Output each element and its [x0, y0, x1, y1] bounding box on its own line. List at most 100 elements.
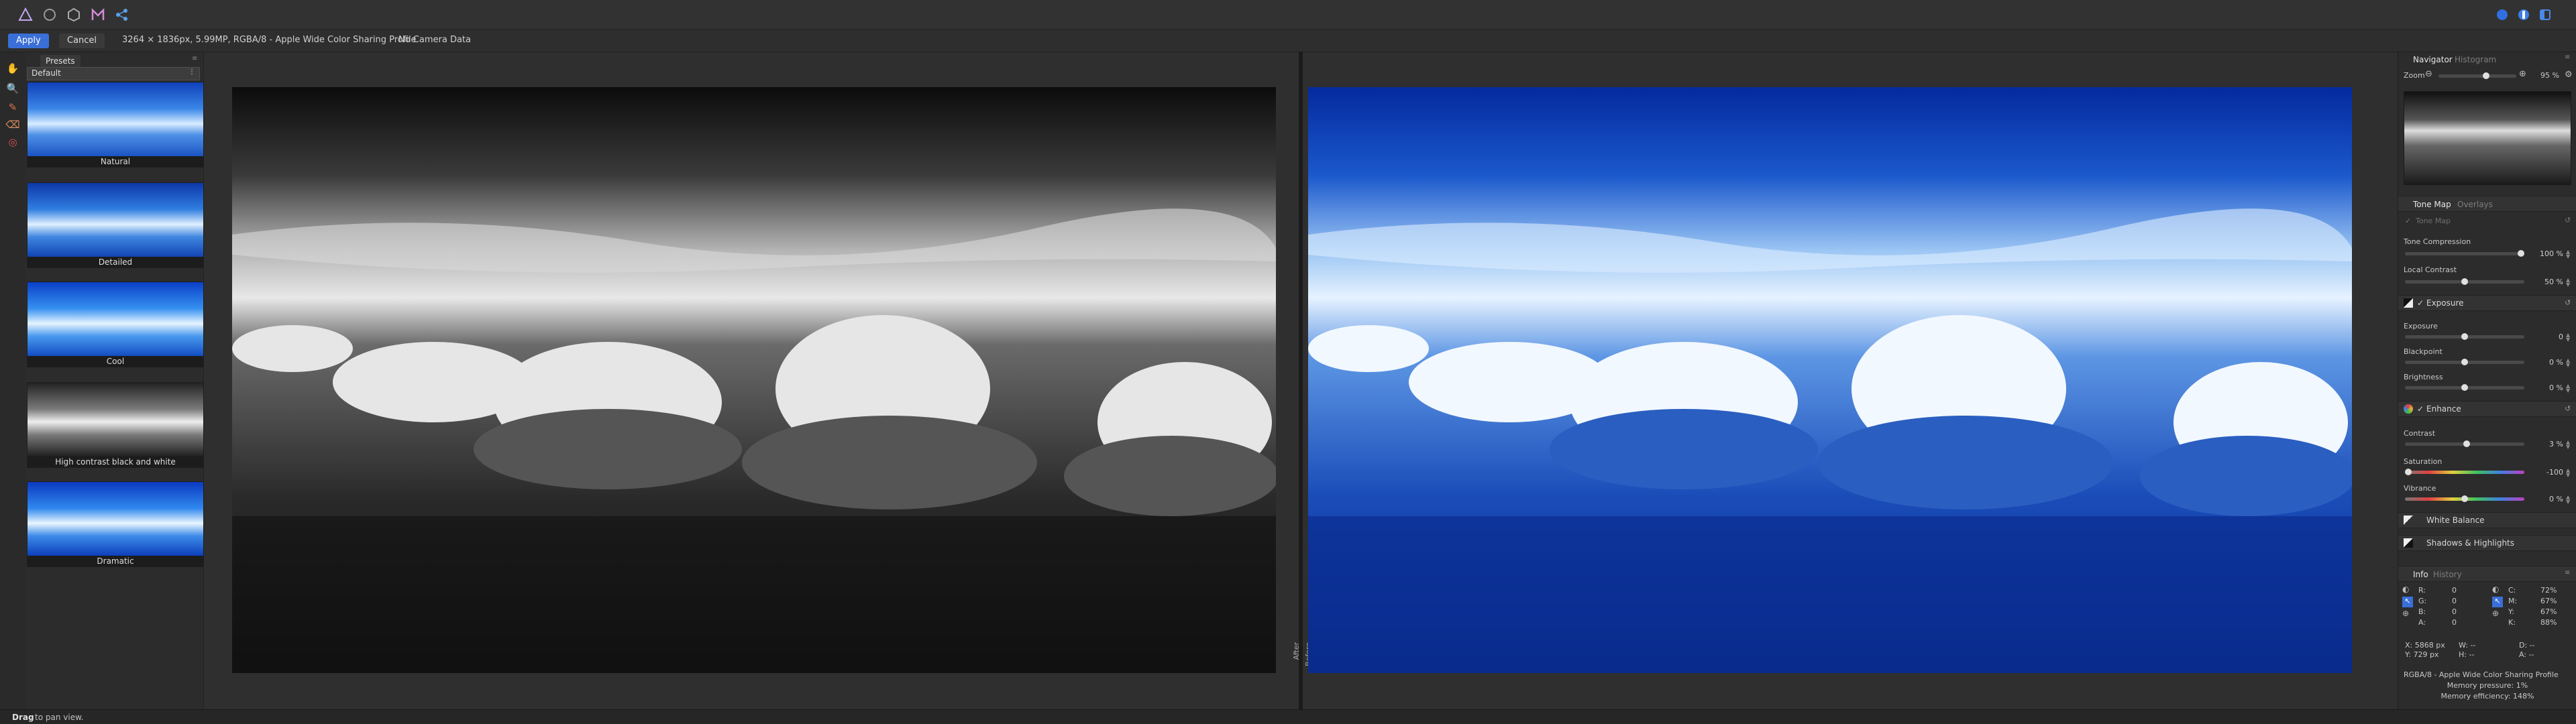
before-photo[interactable]	[232, 87, 1276, 673]
slider-knob[interactable]	[2518, 250, 2524, 257]
paintbrush-tool-icon[interactable]: ✎	[5, 99, 21, 115]
panel-menu-icon[interactable]: ≡	[192, 55, 197, 62]
enhance-section-label: Enhance	[2426, 404, 2461, 414]
slider-knob[interactable]	[2461, 333, 2468, 340]
reset-icon[interactable]: ↺	[2565, 404, 2571, 413]
tab-tone-map[interactable]: Tone Map	[2413, 200, 2451, 209]
info-c-label: C:	[2508, 586, 2516, 595]
exposure-check-icon[interactable]: ✓	[2417, 298, 2424, 308]
tab-info[interactable]: Info	[2413, 570, 2428, 579]
panel-menu-icon[interactable]: ≡	[2565, 569, 2570, 577]
tab-history[interactable]: History	[2433, 570, 2462, 579]
contrast-label: Contrast	[2404, 429, 2436, 438]
enhance-check-icon[interactable]: ✓	[2417, 404, 2424, 414]
exposure-value[interactable]: 0	[2530, 333, 2563, 341]
vibrance-value[interactable]: 0 %	[2530, 495, 2563, 503]
crosshair-icon[interactable]: ⊕	[2492, 609, 2499, 618]
crosshair-icon[interactable]: ⊕	[2402, 609, 2409, 618]
zoom-slider[interactable]	[2438, 72, 2516, 79]
tone-map-check-icon[interactable]: ✓	[2405, 217, 2411, 225]
slider-knob[interactable]	[2405, 469, 2412, 475]
local-contrast-value[interactable]: 50 %	[2530, 278, 2563, 286]
pointer-icon[interactable]: ↖	[2402, 597, 2413, 607]
erase-brush-tool-icon[interactable]: ⌫	[5, 117, 21, 133]
preset-label: High contrast black and white	[28, 457, 203, 467]
stepper-icon[interactable]: ▲ ▼	[2566, 249, 2571, 259]
photo-persona-icon[interactable]	[17, 7, 34, 23]
color-picker-icon[interactable]: ◐	[2402, 585, 2409, 594]
info-k-label: K:	[2508, 618, 2516, 627]
preset-high-contrast-bw[interactable]: High contrast black and white	[27, 382, 204, 468]
assistant-icon[interactable]	[2494, 7, 2510, 23]
panel-menu-icon[interactable]: ≡	[2565, 54, 2570, 61]
local-contrast-slider[interactable]	[2405, 278, 2524, 285]
white-balance-section[interactable]: White Balance	[2398, 512, 2576, 528]
saturation-slider[interactable]	[2405, 469, 2524, 475]
shadows-highlights-section[interactable]: Shadows & Highlights	[2398, 535, 2576, 551]
zoom-in-icon[interactable]: ⊕	[2519, 69, 2526, 79]
color-picker-icon[interactable]: ◐	[2492, 585, 2499, 594]
blackpoint-value[interactable]: 0 %	[2530, 358, 2563, 367]
stepper-icon[interactable]: ▲ ▼	[2566, 278, 2571, 288]
zoom-settings-icon[interactable]: ⚙	[2565, 70, 2573, 80]
tab-navigator[interactable]: Navigator	[2413, 55, 2453, 64]
saturation-value[interactable]: -100	[2530, 468, 2563, 477]
navigator-preview-thumbnail[interactable]	[2404, 91, 2571, 185]
tone-compression-value[interactable]: 100 %	[2530, 249, 2563, 258]
target-tool-icon[interactable]: ◎	[5, 134, 21, 150]
brightness-slider[interactable]	[2405, 384, 2524, 391]
slider-knob[interactable]	[2461, 495, 2468, 502]
preset-natural[interactable]: Natural	[27, 82, 204, 168]
canvas-area[interactable]: After Before	[204, 52, 2398, 709]
tone-map-row-label: Tone Map	[2416, 217, 2451, 225]
export-persona-icon[interactable]	[114, 7, 130, 23]
slider-knob[interactable]	[2461, 359, 2468, 365]
tone-compression-slider[interactable]	[2405, 250, 2524, 257]
stepper-icon[interactable]: ▲ ▼	[2566, 358, 2571, 368]
stepper-icon[interactable]: ▲ ▼	[2566, 468, 2571, 478]
tone-map-persona-icon[interactable]	[90, 7, 106, 23]
zoom-out-icon[interactable]: ⊖	[2425, 69, 2432, 79]
brightness-value[interactable]: 0 %	[2530, 383, 2563, 392]
slider-knob[interactable]	[2463, 440, 2471, 447]
reset-icon[interactable]: ↺	[2565, 298, 2571, 307]
vibrance-slider[interactable]	[2405, 495, 2524, 502]
exposure-slider[interactable]	[2405, 333, 2524, 340]
exposure-section-header[interactable]: ✓ Exposure ↺	[2398, 295, 2576, 311]
blackpoint-slider[interactable]	[2405, 359, 2524, 365]
preset-dramatic[interactable]: Dramatic	[27, 481, 204, 567]
tab-histogram[interactable]: Histogram	[2455, 55, 2496, 64]
zoom-slider-knob[interactable]	[2482, 72, 2489, 79]
stepper-icon[interactable]: ▲ ▼	[2566, 495, 2571, 505]
tab-presets[interactable]: Presets	[40, 55, 80, 67]
enhance-section-header[interactable]: ✓ Enhance ↺	[2398, 401, 2576, 417]
contrast-slider[interactable]	[2405, 440, 2524, 447]
slider-knob[interactable]	[2461, 384, 2468, 391]
info-k-value: 88%	[2540, 618, 2557, 627]
pointer-icon[interactable]: ↖	[2492, 597, 2503, 607]
preset-detailed[interactable]: Detailed	[27, 182, 204, 268]
studio-toggle-icon[interactable]	[2537, 7, 2553, 23]
preset-cool[interactable]: Cool	[27, 282, 204, 367]
stepper-icon[interactable]: ▲ ▼	[2566, 333, 2571, 343]
tab-overlays[interactable]: Overlays	[2457, 200, 2493, 209]
develop-persona-icon[interactable]	[66, 7, 82, 23]
contrast-value[interactable]: 3 %	[2530, 440, 2563, 448]
stepper-icon[interactable]: ▲ ▼	[2566, 440, 2571, 450]
view-tool-hand-icon[interactable]: ✋	[5, 60, 21, 76]
slider-knob[interactable]	[2461, 278, 2468, 285]
stepper-icon[interactable]: ▲ ▼	[2566, 383, 2571, 394]
reset-icon[interactable]: ↺	[2565, 216, 2571, 225]
split-view-divider[interactable]: After Before	[1292, 52, 1313, 709]
after-photo[interactable]	[1308, 87, 2352, 673]
zoom-tool-icon[interactable]: 🔍	[5, 80, 21, 97]
cancel-button[interactable]: Cancel	[59, 34, 105, 48]
exposure-label: Exposure	[2404, 322, 2438, 330]
info-a-value: 0	[2452, 618, 2457, 627]
liquify-persona-icon[interactable]	[42, 7, 58, 23]
info-a-label: A:	[2418, 618, 2426, 627]
presets-category-dropdown[interactable]: Default ⋮	[27, 67, 200, 80]
snapping-icon[interactable]	[2516, 7, 2532, 23]
apply-button[interactable]: Apply	[8, 34, 49, 48]
zoom-value[interactable]: 95 %	[2532, 71, 2559, 80]
